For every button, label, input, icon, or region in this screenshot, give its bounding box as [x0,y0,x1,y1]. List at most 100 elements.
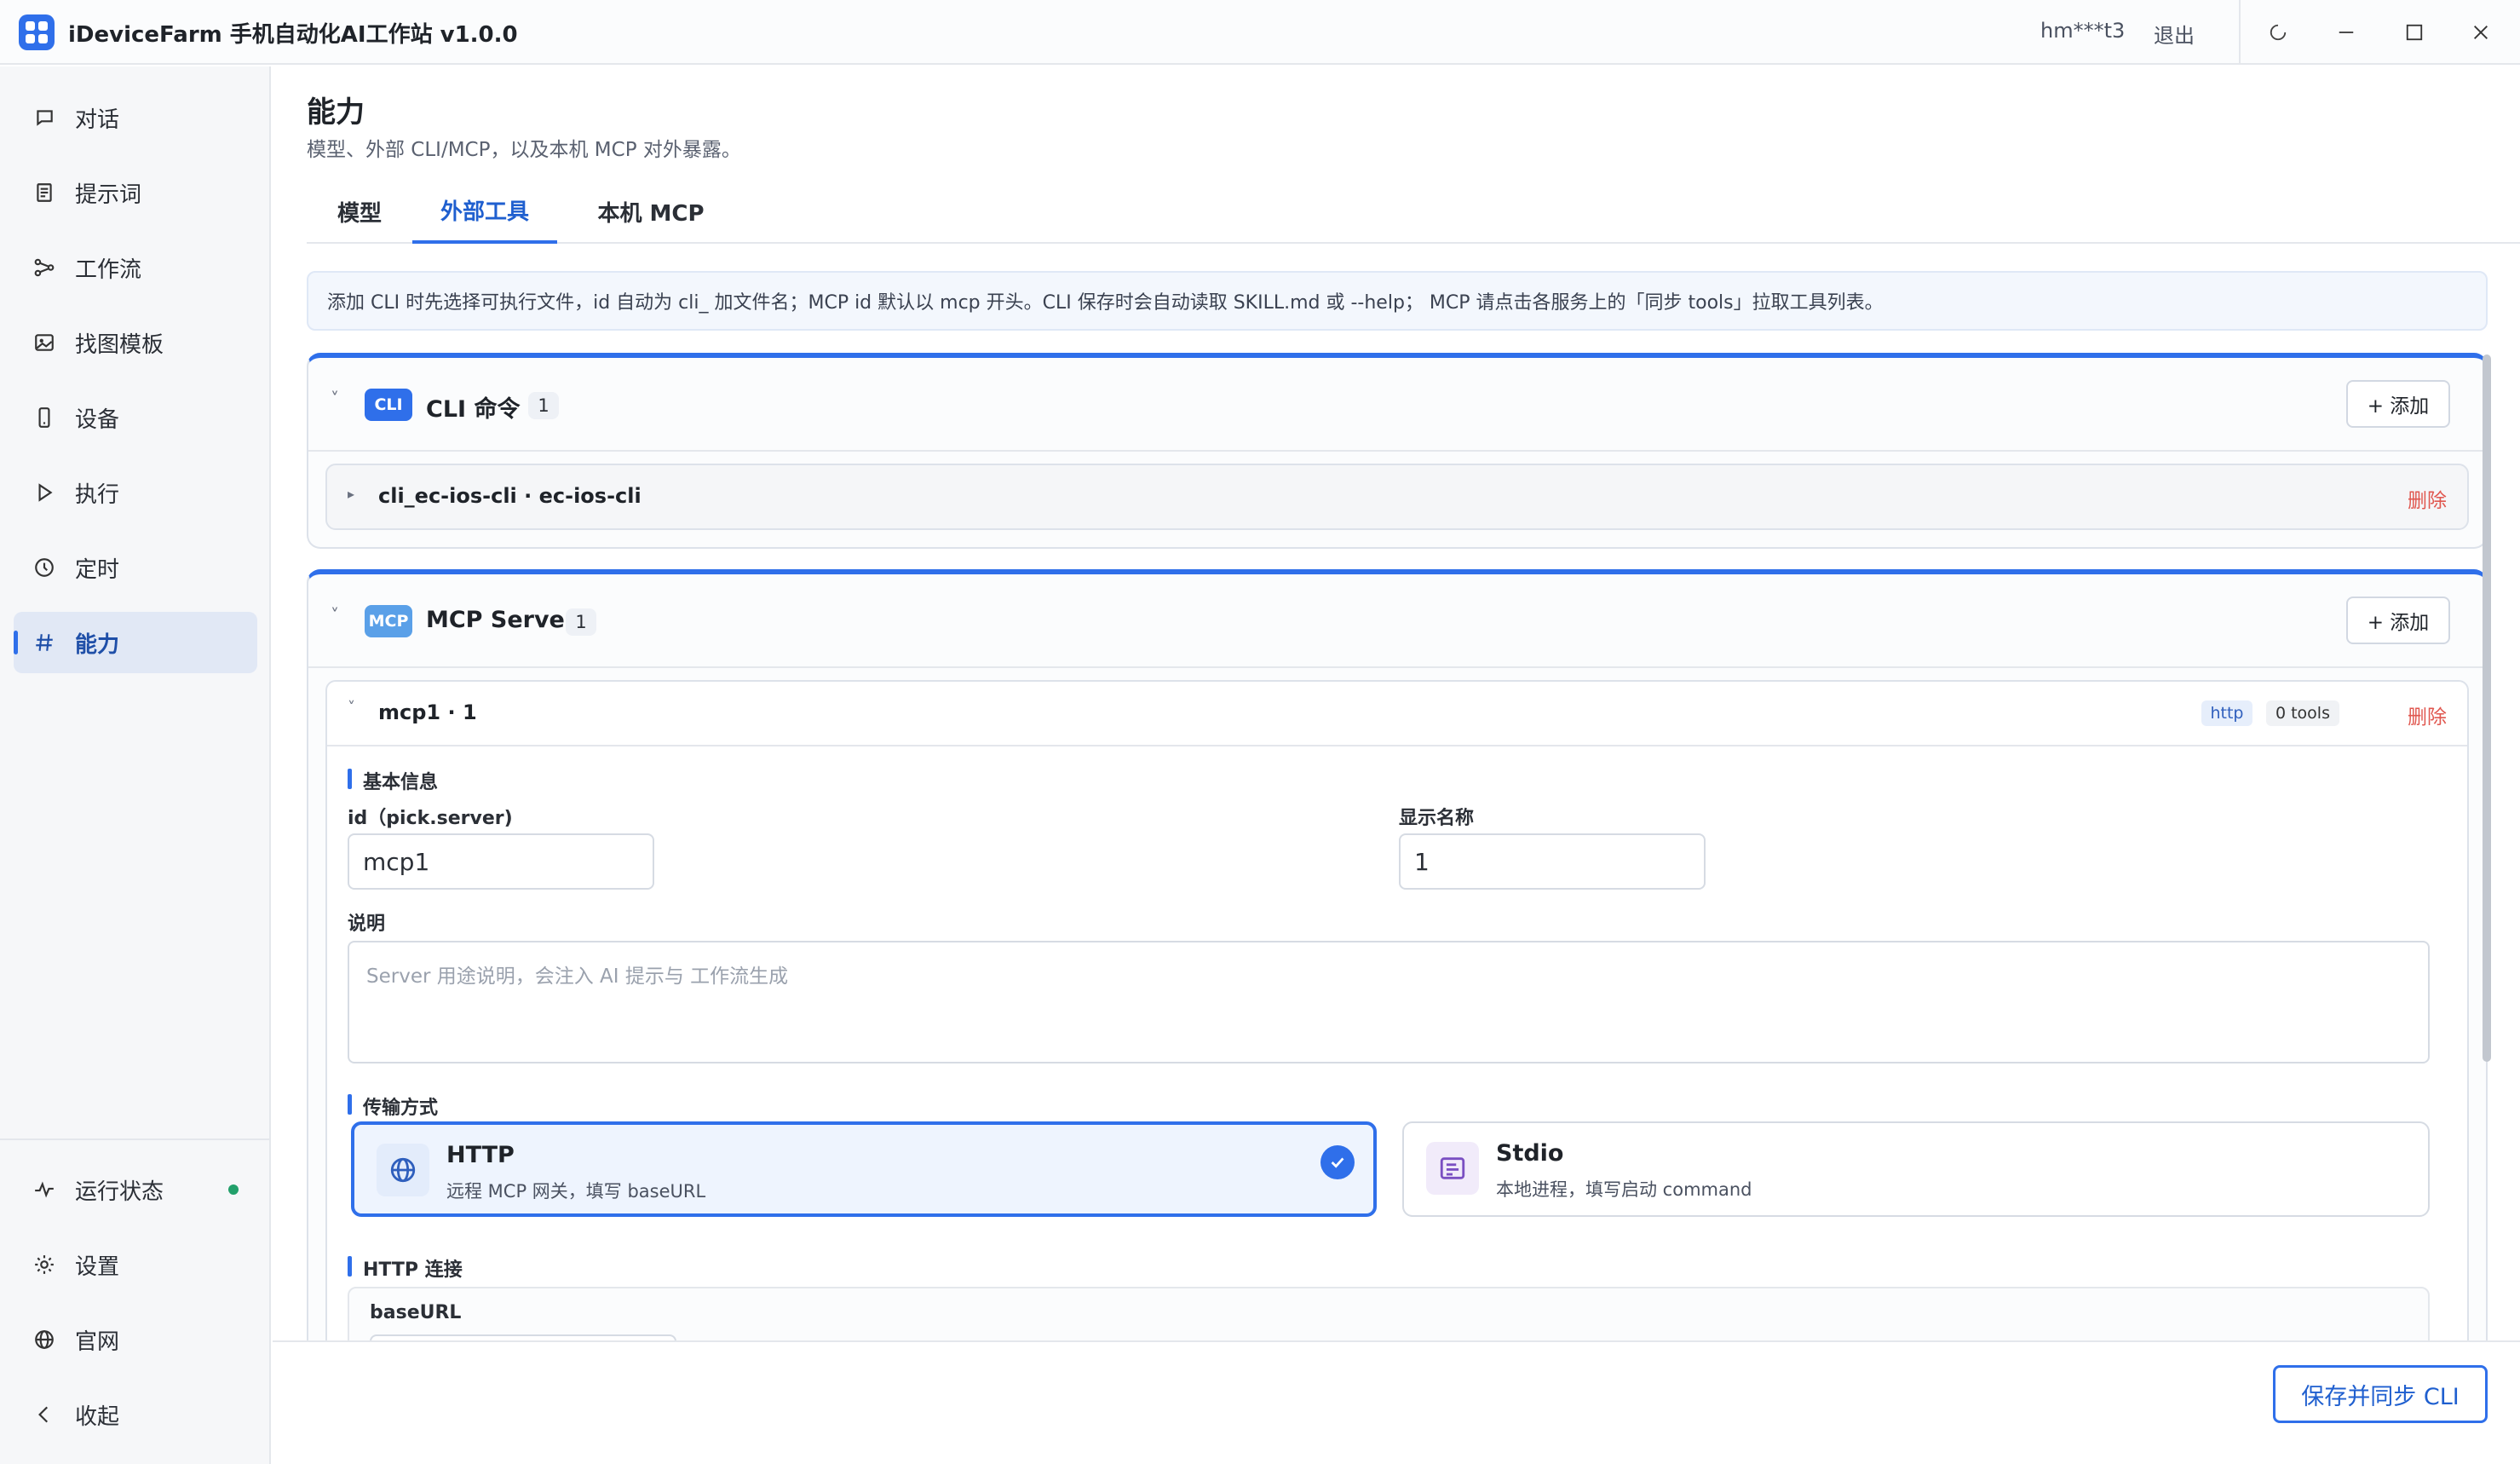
sidebar-item-label: 工作流 [75,256,142,283]
terminal-icon [1426,1142,1479,1195]
cli-section: ˅ CLI CLI 命令 1 + 添加 ▸ cli_ec-ios-cli · e… [307,353,2488,549]
page-title: 能力 [307,95,365,130]
transport-title: HTTP [446,1142,515,1168]
check-icon [1320,1145,1355,1179]
logout-button[interactable]: 退出 [2154,19,2195,49]
phone-icon [32,406,56,429]
transport-option-stdio[interactable]: Stdio 本地进程，填写启动 command [1402,1121,2430,1217]
mcp-section: ˅ MCP MCP Server 1 + 添加 ˅ mcp1 · 1 http … [307,569,2488,1340]
mcp-badge: MCP [365,605,412,637]
divider [308,666,2486,668]
mcp-server-label: mcp1 · 1 [378,700,477,724]
cli-item-label: cli_ec-ios-cli · ec-ios-cli [378,484,642,508]
gear-icon [32,1253,56,1277]
info-banner: 添加 CLI 时先选择可执行文件，id 自动为 cli_ 加文件名；MCP id… [307,271,2488,331]
sidebar-item-label: 官网 [75,1329,120,1355]
chat-icon [32,106,56,130]
title-bar: iDeviceFarm 手机自动化AI工作站 v1.0.0 hm***t3 退出 [0,0,2520,65]
add-mcp-button[interactable]: + 添加 [2346,597,2450,644]
display-name-label: 显示名称 [1399,808,1475,829]
basic-info-heading: 基本信息 [348,767,438,794]
sidebar-item-workflow[interactable]: 工作流 [14,237,257,298]
chevron-down-icon[interactable]: ˅ [331,389,339,409]
app-logo-icon [19,14,55,50]
sidebar-item-label: 设置 [75,1254,120,1280]
chevron-down-icon[interactable]: ˅ [331,605,339,625]
maximize-icon[interactable] [2397,15,2431,49]
id-input[interactable]: mcp1 [348,833,654,890]
sidebar-item-prompts[interactable]: 提示词 [14,162,257,223]
clock-icon [32,556,56,579]
sidebar-item-label: 运行状态 [75,1179,164,1205]
description-label: 说明 [348,914,386,935]
sidebar-item-label: 定时 [75,556,120,583]
status-dot [228,1184,239,1195]
hash-icon [32,631,56,654]
sidebar-item-website[interactable]: 官网 [14,1309,257,1370]
add-cli-button[interactable]: + 添加 [2346,380,2450,428]
tab-local-mcp[interactable]: 本机 MCP [567,179,734,244]
id-label: id（pick.server) [348,808,513,829]
description-textarea[interactable]: Server 用途说明，会注入 AI 提示与 工作流生成 [348,941,2430,1063]
display-name-input[interactable]: 1 [1399,833,1706,890]
save-sync-cli-button[interactable]: 保存并同步 CLI [2273,1365,2488,1423]
transport-title: Stdio [1496,1140,1564,1167]
app-title: iDeviceFarm 手机自动化AI工作站 v1.0.0 [68,22,518,48]
tab-external-tools[interactable]: 外部工具 [412,179,557,244]
document-icon [32,181,56,205]
transport-tag: http [2201,700,2252,726]
chevron-down-icon[interactable]: ˅ [348,699,355,717]
sidebar-item-label: 执行 [75,481,120,508]
sidebar: 对话 提示词 工作流 找图模板 设备 执行 定时 能力 运行状态 设置 官网 收… [0,66,271,1464]
sidebar-item-label: 收起 [75,1403,120,1430]
sidebar-item-label: 对话 [75,107,120,133]
mcp-section-header[interactable]: ˅ MCP MCP Server 1 + 添加 [308,574,2486,666]
sidebar-item-label: 找图模板 [75,331,164,358]
sidebar-item-capabilities[interactable]: 能力 [14,612,257,673]
scrollbar-thumb[interactable] [2483,354,2491,1062]
cli-section-title: CLI 命令 [426,396,521,423]
transport-desc: 远程 MCP 网关，填写 baseURL [446,1181,706,1202]
sidebar-item-collapse[interactable]: 收起 [14,1384,257,1445]
workflow-icon [32,256,56,280]
sidebar-item-label: 能力 [75,631,120,658]
cli-section-header[interactable]: ˅ CLI CLI 命令 1 + 添加 [308,358,2486,450]
sidebar-item-devices[interactable]: 设备 [14,387,257,448]
globe-icon [377,1144,429,1196]
chevron-right-icon[interactable]: ▸ [348,486,354,502]
minimize-icon[interactable] [2329,15,2363,49]
delete-button[interactable]: 删除 [2408,484,2447,513]
theme-toggle-icon[interactable] [2261,15,2295,49]
sidebar-item-image-templates[interactable]: 找图模板 [14,312,257,373]
count-badge: 1 [566,608,596,636]
mcp-server-card: ˅ mcp1 · 1 http 0 tools 删除 基本信息 id（pick.… [325,680,2469,1340]
mcp-section-title: MCP Server [426,607,577,633]
close-icon[interactable] [2464,15,2498,49]
globe-icon [32,1328,56,1352]
base-url-label: baseURL [370,1302,462,1323]
sidebar-item-settings[interactable]: 设置 [14,1234,257,1295]
page-subtitle: 模型、外部 CLI/MCP，以及本机 MCP 对外暴露。 [307,139,741,161]
play-icon [32,481,56,504]
sidebar-item-schedule[interactable]: 定时 [14,537,257,598]
delete-button[interactable]: 删除 [2408,700,2447,729]
mcp-server-header[interactable]: ˅ mcp1 · 1 http 0 tools 删除 [327,682,2467,746]
scrollbar[interactable] [2483,348,2491,1340]
sidebar-item-execute[interactable]: 执行 [14,462,257,523]
sidebar-item-run-status[interactable]: 运行状态 [14,1159,257,1220]
transport-heading: 传输方式 [348,1092,438,1120]
transport-option-http[interactable]: HTTP 远程 MCP 网关，填写 baseURL [351,1121,1377,1217]
tools-count-tag: 0 tools [2266,700,2339,726]
base-url-input[interactable] [370,1334,676,1340]
tab-models[interactable]: 模型 [307,179,412,244]
title-bar-divider [2239,0,2241,65]
sidebar-divider [0,1138,269,1140]
sidebar-item-chat[interactable]: 对话 [14,87,257,148]
user-name[interactable]: hm***t3 [2040,19,2125,43]
sidebar-item-label: 提示词 [75,182,142,208]
chevron-left-icon [32,1403,56,1427]
transport-desc: 本地进程，填写启动 command [1496,1179,1752,1200]
cli-item[interactable]: ▸ cli_ec-ios-cli · ec-ios-cli 删除 [325,464,2469,530]
tab-bar: 模型 外部工具 本机 MCP [307,179,2520,244]
content-area: ˅ CLI CLI 命令 1 + 添加 ▸ cli_ec-ios-cli · e… [307,348,2488,1340]
